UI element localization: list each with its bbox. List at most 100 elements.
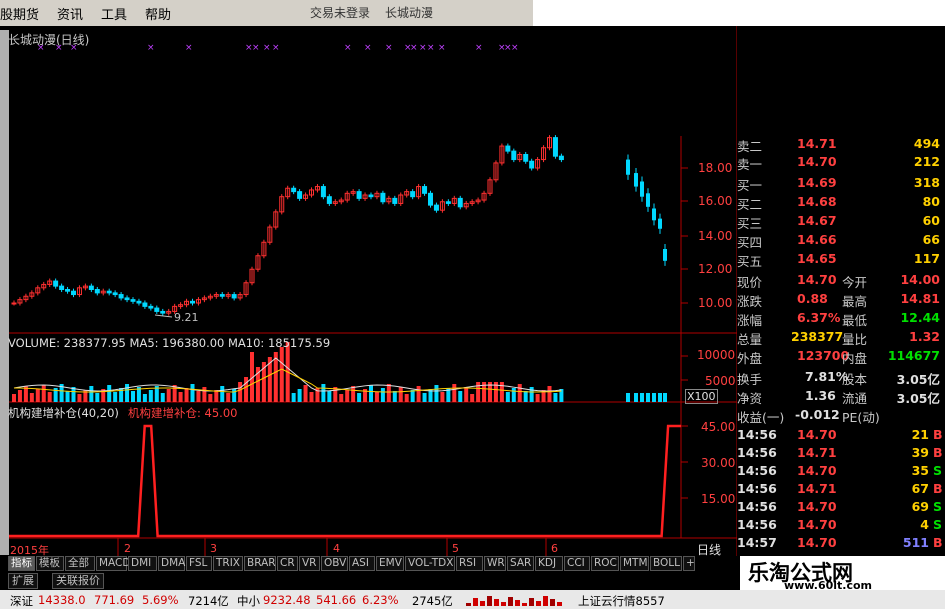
stat-value: 1.32: [909, 329, 940, 344]
volume-bar: [202, 387, 207, 402]
tab-cr[interactable]: CR: [277, 556, 298, 571]
tab-cci[interactable]: CCI: [564, 556, 590, 571]
stat-row: 外盘 123700 内盘 114677: [737, 348, 944, 367]
tab-indicator[interactable]: 指标: [8, 556, 35, 571]
tab-more[interactable]: +: [683, 556, 695, 571]
tab-related-quotes[interactable]: 关联报价: [52, 573, 104, 589]
candle-body: [523, 154, 529, 162]
price-tick: 12.00: [698, 262, 733, 276]
candle-body: [552, 137, 558, 157]
tab-dma[interactable]: DMA: [158, 556, 185, 571]
stat-value: 14.00: [900, 272, 940, 287]
volume-bar: [142, 394, 147, 402]
activity-bar: [529, 598, 534, 606]
volume-bar: [416, 386, 421, 402]
volume-bar: [131, 391, 135, 402]
tab-emv[interactable]: EMV: [376, 556, 404, 571]
menu-help[interactable]: 帮助: [145, 4, 171, 23]
ask-row: 卖二 14.71 494: [737, 136, 944, 155]
ask-price: 14.70: [797, 154, 837, 169]
stat-label: 外盘: [737, 351, 763, 366]
stat-label: PE(动): [842, 410, 880, 425]
menu-futures[interactable]: 股期货: [0, 4, 39, 23]
tab-template[interactable]: 模板: [36, 556, 64, 571]
tab-kdj[interactable]: KDJ: [535, 556, 563, 571]
volume-bar: [160, 393, 165, 402]
tab-mtm[interactable]: MTM: [620, 556, 649, 571]
tab-fsl[interactable]: FSL: [186, 556, 212, 571]
tab-roc[interactable]: ROC: [591, 556, 619, 571]
tab-dmi[interactable]: DMI: [128, 556, 157, 571]
low-price-marker: 9.21: [174, 311, 199, 324]
index1-name[interactable]: 深证: [10, 593, 33, 609]
tab-vr[interactable]: VR: [299, 556, 320, 571]
candle-body: [410, 191, 416, 198]
tab-obv[interactable]: OBV: [321, 556, 348, 571]
candle-body: [445, 201, 451, 204]
candle-body: [142, 302, 148, 307]
tab-all[interactable]: 全部: [65, 556, 95, 571]
candle-body: [59, 285, 65, 290]
candle-body: [646, 193, 650, 207]
ask-volume: 494: [913, 136, 940, 151]
kline-chart[interactable]: × × × × × × × × × × × × ×× × × × × ×× ×: [0, 26, 737, 556]
signal-marker: ×: [511, 43, 519, 53]
volume-bar: [327, 391, 332, 402]
candle-body: [71, 290, 76, 296]
candle-body: [505, 145, 511, 152]
volume-bar: [184, 388, 189, 402]
ask-volume: 212: [913, 154, 940, 169]
tab-sar[interactable]: SAR: [507, 556, 534, 571]
volume-tick: 5000: [705, 374, 736, 388]
volume-bar: [640, 393, 644, 402]
tick-time: 14:56: [737, 481, 777, 496]
tab-rsi[interactable]: RSI: [456, 556, 483, 571]
tick-price: 14.70: [797, 463, 837, 478]
price-tick: 10.00: [698, 296, 733, 310]
menu-news[interactable]: 资讯: [57, 4, 83, 23]
signal-marker: ×: [385, 43, 393, 53]
tab-trix[interactable]: TRIX: [213, 556, 243, 571]
stat-value: 3.05亿: [896, 372, 940, 387]
tick-volume: 21: [911, 427, 929, 442]
tab-wr[interactable]: WR: [484, 556, 506, 571]
volume-bar: [113, 392, 118, 402]
tab-extend[interactable]: 扩展: [8, 573, 38, 589]
candle-body: [658, 218, 662, 229]
tick-flag: B: [933, 535, 943, 550]
tick-volume: 67: [911, 481, 929, 496]
stat-value: 1.36: [805, 388, 836, 403]
menu-tools[interactable]: 工具: [101, 4, 127, 23]
activity-bars: [466, 596, 562, 606]
tab-brar[interactable]: BRAR: [244, 556, 276, 571]
activity-bar: [501, 602, 506, 606]
tab-vol-tdx[interactable]: VOL-TDX: [405, 556, 455, 571]
stat-label: 最低: [842, 313, 868, 328]
tick-row: 14:56 14.70 69 S: [737, 499, 944, 517]
tick-flag: B: [933, 481, 943, 496]
feed-status[interactable]: 上证云行情8557: [578, 593, 665, 609]
activity-bar: [522, 603, 527, 606]
candle-body: [433, 204, 439, 211]
volume-bar: [529, 387, 534, 402]
tab-asi[interactable]: ASI: [349, 556, 375, 571]
activity-bar: [466, 603, 471, 606]
tick-volume: 39: [911, 445, 929, 460]
volume-bar: [166, 389, 171, 402]
candle-body: [291, 187, 297, 193]
index2-name[interactable]: 中小: [237, 593, 260, 609]
tick-price: 14.70: [797, 517, 837, 532]
volume-bar: [464, 387, 469, 402]
bid-label: 买四: [737, 235, 763, 250]
volume-bar: [291, 393, 296, 402]
date-label: 5: [452, 542, 459, 555]
date-label: 4: [333, 542, 340, 555]
bid-volume: 60: [922, 213, 940, 228]
stat-label: 净资: [737, 391, 763, 406]
signal-marker: ×: [438, 43, 446, 53]
tick-flag: S: [933, 517, 943, 532]
tab-boll[interactable]: BOLL: [650, 556, 682, 571]
tick-flag: B: [933, 445, 943, 460]
stat-label: 最高: [842, 294, 868, 309]
tab-macd[interactable]: MACD: [96, 556, 130, 571]
